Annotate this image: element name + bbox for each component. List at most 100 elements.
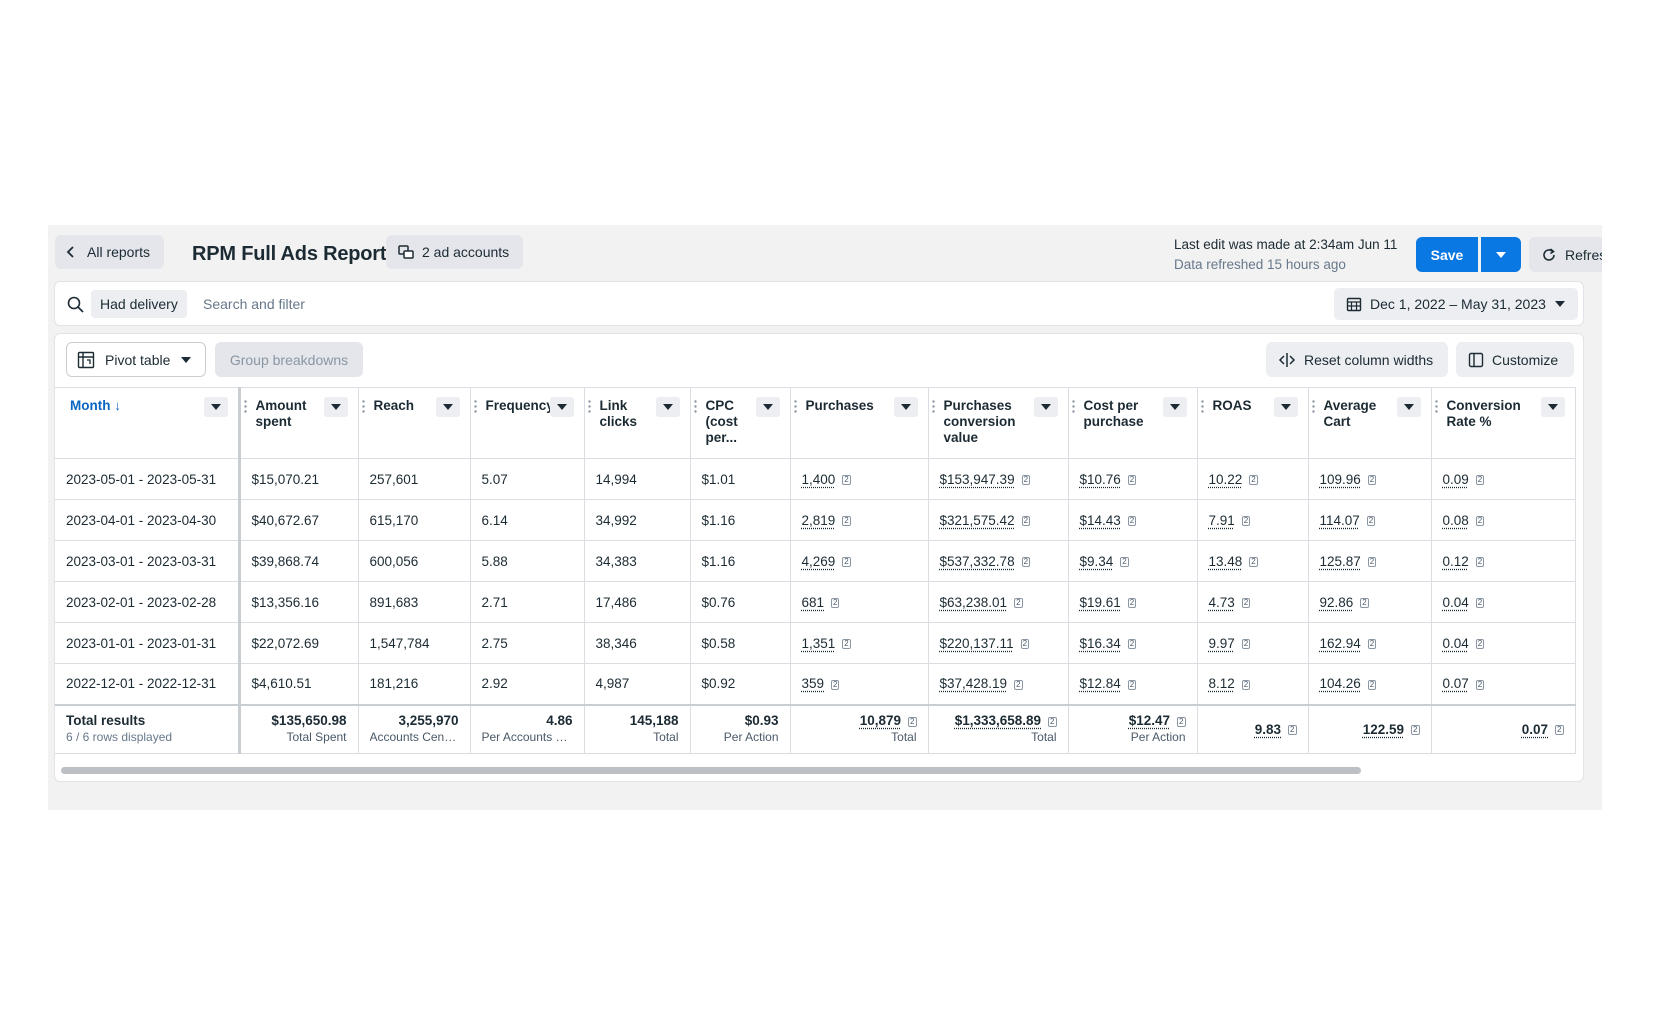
total-cell[interactable]: $12.47 2 Per Action bbox=[1068, 703, 1198, 754]
drag-handle-icon[interactable] bbox=[793, 400, 797, 413]
drag-handle-icon[interactable] bbox=[1434, 400, 1438, 413]
column-menu-button[interactable] bbox=[1396, 397, 1421, 417]
column-menu-button[interactable] bbox=[755, 397, 780, 417]
refresh-button[interactable]: Refresh bbox=[1529, 237, 1602, 272]
table-cell[interactable]: $9.34 2 bbox=[1068, 540, 1198, 582]
total-cell[interactable]: 122.59 2 bbox=[1308, 703, 1432, 754]
table-cell[interactable]: 0.04 2 bbox=[1431, 581, 1576, 623]
column-header[interactable]: ROAS bbox=[1197, 387, 1309, 459]
cell-value[interactable]: 8.12 bbox=[1209, 676, 1235, 691]
table-cell[interactable]: $63,238.01 2 bbox=[928, 581, 1069, 623]
column-menu-button[interactable] bbox=[1273, 397, 1298, 417]
cell-value[interactable]: $14.43 bbox=[1080, 513, 1121, 528]
report-table-container[interactable]: Month ↓ Amount spent Reach Frequency Link cl… bbox=[55, 387, 1583, 763]
drag-handle-icon[interactable] bbox=[587, 400, 591, 413]
column-menu-button[interactable] bbox=[893, 397, 918, 417]
column-header[interactable]: Conversion Rate % bbox=[1431, 387, 1576, 459]
cell-value[interactable]: $16.34 bbox=[1080, 636, 1121, 651]
table-cell[interactable]: 4,269 2 bbox=[790, 540, 929, 582]
drag-handle-icon[interactable] bbox=[1311, 400, 1315, 413]
total-cell[interactable]: 10,879 2 Total bbox=[790, 703, 929, 754]
cell-value[interactable]: 4.73 bbox=[1209, 595, 1235, 610]
customize-button[interactable]: Customize bbox=[1456, 342, 1574, 377]
column-menu-button[interactable] bbox=[435, 397, 460, 417]
column-header[interactable]: Purchases bbox=[790, 387, 929, 459]
cell-value[interactable]: $321,575.42 bbox=[940, 513, 1015, 528]
table-cell[interactable]: $12.84 2 bbox=[1068, 663, 1198, 705]
column-menu-button[interactable] bbox=[1033, 397, 1058, 417]
column-menu-button[interactable] bbox=[1162, 397, 1187, 417]
total-cell[interactable]: $1,333,658.89 2 Total bbox=[928, 703, 1069, 754]
table-cell[interactable]: 104.26 2 bbox=[1308, 663, 1432, 705]
cell-value[interactable]: 0.08 bbox=[1443, 513, 1469, 528]
drag-handle-icon[interactable] bbox=[1071, 400, 1075, 413]
column-header[interactable]: Month ↓ bbox=[55, 387, 241, 459]
table-cell[interactable]: 0.09 2 bbox=[1431, 458, 1576, 500]
table-cell[interactable]: 8.12 2 bbox=[1197, 663, 1309, 705]
cell-value[interactable]: 0.04 bbox=[1443, 636, 1469, 651]
table-cell[interactable]: 114.07 2 bbox=[1308, 499, 1432, 541]
table-cell[interactable]: 92.86 2 bbox=[1308, 581, 1432, 623]
column-header[interactable]: Amount spent bbox=[239, 387, 359, 459]
table-cell[interactable]: 0.07 2 bbox=[1431, 663, 1576, 705]
table-cell[interactable]: 681 2 bbox=[790, 581, 929, 623]
drag-handle-icon[interactable] bbox=[361, 400, 365, 413]
cell-value[interactable]: 2,819 bbox=[802, 513, 836, 528]
column-header[interactable]: Purchases conversion value bbox=[928, 387, 1069, 459]
table-cell[interactable]: $537,332.78 2 bbox=[928, 540, 1069, 582]
table-cell[interactable]: 4.73 2 bbox=[1197, 581, 1309, 623]
cell-value[interactable]: $63,238.01 bbox=[940, 595, 1008, 610]
column-header[interactable]: Frequency bbox=[470, 387, 585, 459]
cell-value[interactable]: 13.48 bbox=[1209, 554, 1243, 569]
total-cell[interactable]: 0.07 2 bbox=[1431, 703, 1576, 754]
column-menu-button[interactable] bbox=[1540, 397, 1565, 417]
table-cell[interactable]: 9.97 2 bbox=[1197, 622, 1309, 664]
drag-handle-icon[interactable] bbox=[693, 400, 697, 413]
table-cell[interactable]: 359 2 bbox=[790, 663, 929, 705]
date-range-picker[interactable]: Dec 1, 2022 – May 31, 2023 bbox=[1334, 288, 1578, 320]
cell-value[interactable]: $153,947.39 bbox=[940, 472, 1015, 487]
cell-value[interactable]: 92.86 bbox=[1320, 595, 1354, 610]
cell-value[interactable]: 10.22 bbox=[1209, 472, 1243, 487]
total-cell[interactable]: 9.83 2 bbox=[1197, 703, 1309, 754]
cell-value[interactable]: $12.84 bbox=[1080, 676, 1121, 691]
column-menu-button[interactable] bbox=[549, 397, 574, 417]
table-cell[interactable]: $220,137.11 2 bbox=[928, 622, 1069, 664]
table-cell[interactable]: $153,947.39 2 bbox=[928, 458, 1069, 500]
drag-handle-icon[interactable] bbox=[931, 400, 935, 413]
cell-value[interactable]: 109.96 bbox=[1320, 472, 1361, 487]
cell-value[interactable]: $37,428.19 bbox=[940, 676, 1008, 691]
table-cell[interactable]: $321,575.42 2 bbox=[928, 499, 1069, 541]
column-header[interactable]: Cost per purchase bbox=[1068, 387, 1198, 459]
cell-value[interactable]: 125.87 bbox=[1320, 554, 1361, 569]
cell-value[interactable]: $19.61 bbox=[1080, 595, 1121, 610]
cell-value[interactable]: 0.04 bbox=[1443, 595, 1469, 610]
column-header[interactable]: CPC (cost per... bbox=[690, 387, 791, 459]
cell-value[interactable]: $9.34 bbox=[1080, 554, 1114, 569]
cell-value[interactable]: 0.12 bbox=[1443, 554, 1469, 569]
table-cell[interactable]: 0.08 2 bbox=[1431, 499, 1576, 541]
table-cell[interactable]: $19.61 2 bbox=[1068, 581, 1198, 623]
save-button[interactable]: Save bbox=[1416, 237, 1478, 272]
table-cell[interactable]: $10.76 2 bbox=[1068, 458, 1198, 500]
group-breakdowns-button[interactable]: Group breakdowns bbox=[215, 342, 363, 377]
column-menu-button[interactable] bbox=[203, 397, 228, 417]
table-cell[interactable]: 109.96 2 bbox=[1308, 458, 1432, 500]
table-cell[interactable]: 1,400 2 bbox=[790, 458, 929, 500]
table-cell[interactable]: 10.22 2 bbox=[1197, 458, 1309, 500]
table-cell[interactable]: 125.87 2 bbox=[1308, 540, 1432, 582]
cell-value[interactable]: 114.07 bbox=[1320, 513, 1360, 528]
table-cell[interactable]: $37,428.19 2 bbox=[928, 663, 1069, 705]
column-header[interactable]: Reach bbox=[358, 387, 471, 459]
column-menu-button[interactable] bbox=[323, 397, 348, 417]
cell-value[interactable]: 7.91 bbox=[1209, 513, 1235, 528]
table-cell[interactable]: 1,351 2 bbox=[790, 622, 929, 664]
cell-value[interactable]: $220,137.11 bbox=[940, 636, 1014, 651]
table-cell[interactable]: 2,819 2 bbox=[790, 499, 929, 541]
table-cell[interactable]: $14.43 2 bbox=[1068, 499, 1198, 541]
cell-value[interactable]: 0.09 bbox=[1443, 472, 1469, 487]
reset-column-widths-button[interactable]: Reset column widths bbox=[1266, 342, 1448, 377]
cell-value[interactable]: 1,351 bbox=[802, 636, 836, 651]
had-delivery-filter-chip[interactable]: Had delivery bbox=[91, 290, 187, 318]
cell-value[interactable]: 681 bbox=[802, 595, 825, 610]
